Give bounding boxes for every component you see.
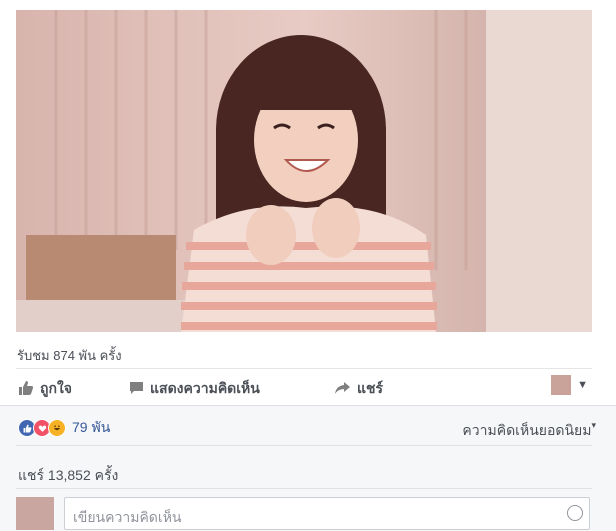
comment-sort-dropdown[interactable]: ความคิดเห็นยอดนิยม▾ bbox=[462, 420, 596, 442]
emoji-icon[interactable] bbox=[567, 505, 583, 521]
divider bbox=[16, 445, 592, 446]
commenter-avatar bbox=[16, 497, 54, 530]
share-count[interactable]: แชร์ 13,852 ครั้ง bbox=[18, 465, 118, 487]
comment-input[interactable]: เขียนความคิดเห็น bbox=[64, 497, 590, 530]
video-frame-image bbox=[16, 10, 592, 332]
share-button[interactable]: แชร์ bbox=[334, 378, 383, 400]
chevron-down-icon: ▼ bbox=[577, 379, 588, 391]
comment-sort-label: ความคิดเห็นยอดนิยม bbox=[462, 422, 592, 438]
post-as-selector[interactable]: ▼ bbox=[551, 375, 588, 395]
divider bbox=[16, 488, 592, 489]
avatar bbox=[551, 375, 572, 395]
action-bar: ถูกใจ แสดงความคิดเห็น แชร์ ▼ bbox=[16, 368, 592, 405]
reaction-summary[interactable]: 79 พัน bbox=[18, 417, 110, 439]
reaction-count: 79 พัน bbox=[72, 419, 111, 435]
like-label: ถูกใจ bbox=[40, 380, 72, 396]
video-player[interactable] bbox=[16, 10, 592, 332]
comment-icon bbox=[129, 381, 144, 398]
comment-label: แสดงความคิดเห็น bbox=[150, 380, 260, 396]
caret-down-icon: ▾ bbox=[591, 420, 596, 430]
share-label: แชร์ bbox=[357, 380, 384, 396]
comment-button[interactable]: แสดงความคิดเห็น bbox=[129, 378, 260, 400]
view-count: รับชม 874 พัน ครั้ง bbox=[17, 348, 122, 363]
comment-placeholder: เขียนความคิดเห็น bbox=[73, 509, 182, 525]
share-arrow-icon bbox=[334, 381, 351, 398]
haha-reaction-icon bbox=[48, 419, 66, 437]
thumbs-up-icon bbox=[18, 380, 34, 399]
like-button[interactable]: ถูกใจ bbox=[18, 378, 72, 400]
